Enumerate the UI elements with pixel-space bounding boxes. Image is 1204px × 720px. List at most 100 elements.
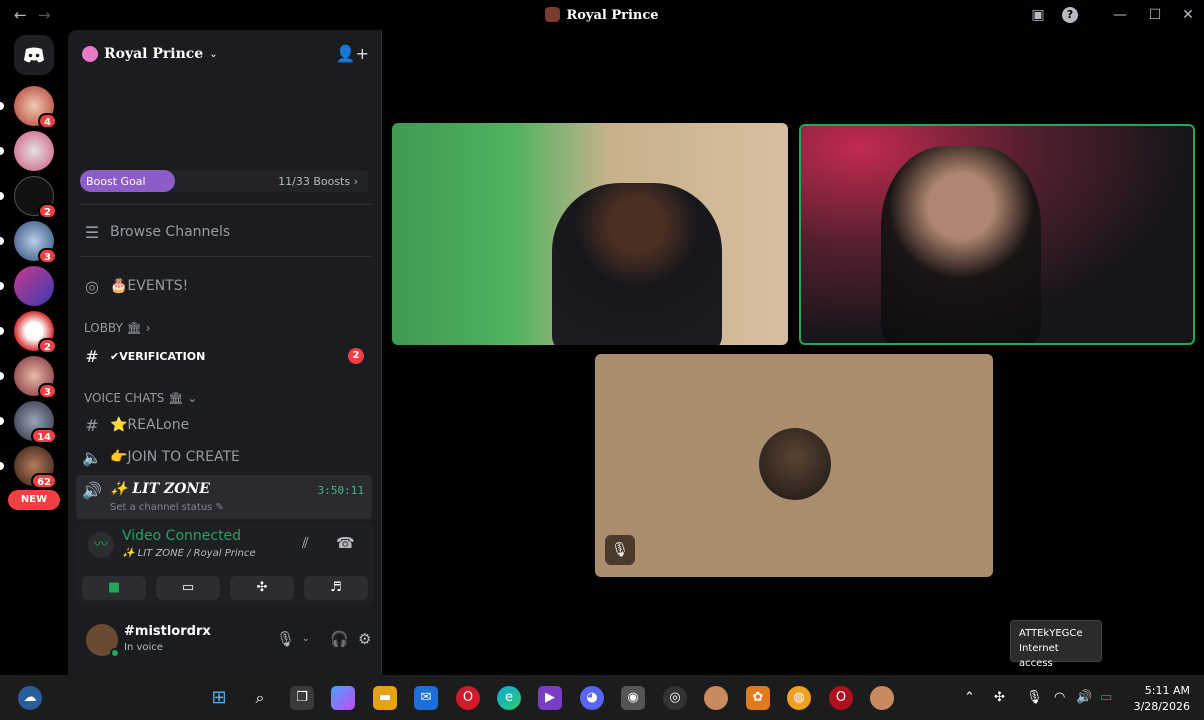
signal-icon[interactable]: 〰 bbox=[88, 532, 114, 558]
task-view-icon[interactable]: ❐ bbox=[290, 686, 314, 710]
call-timer: 3:50:11 bbox=[317, 484, 364, 497]
unread-pill bbox=[0, 462, 4, 470]
app-tray-icon[interactable]: ✣ bbox=[994, 690, 1005, 705]
settings-gear-icon[interactable]: ⚙ bbox=[358, 630, 371, 648]
server-icon-8[interactable]: 14 bbox=[0, 401, 57, 444]
server-rail: 4 2 3 2 3 14 62 NEW bbox=[0, 30, 68, 675]
volume-icon[interactable]: 🔊 bbox=[1076, 690, 1092, 705]
battery-icon[interactable]: ▭ bbox=[1100, 690, 1112, 705]
server-icon-7[interactable]: 3 bbox=[0, 356, 57, 399]
unread-pill bbox=[0, 102, 4, 110]
clipchamp-icon[interactable]: ▶ bbox=[538, 686, 562, 710]
muted-mic-icon: 🎙 bbox=[605, 535, 635, 565]
guild-header[interactable]: Royal Prince ⌄ bbox=[82, 44, 218, 64]
channel-events[interactable]: ◎ 🎂EVENTS! bbox=[76, 271, 372, 301]
server-icon-4[interactable]: 3 bbox=[0, 221, 57, 264]
chevron-down-icon[interactable]: ⌄ bbox=[302, 634, 310, 644]
video-tile-3-avatar[interactable]: 🎙 bbox=[595, 354, 993, 577]
app-icon[interactable] bbox=[870, 686, 894, 710]
system-clock[interactable]: 5:11 AM 3/28/2026 bbox=[1134, 683, 1190, 715]
unread-pill bbox=[0, 192, 4, 200]
camera-button[interactable]: ■ bbox=[82, 576, 146, 600]
chevron-up-icon[interactable]: ⌃ bbox=[964, 690, 975, 705]
title-bar: ← → Royal Prince ▣ ? — ☐ ✕ bbox=[0, 0, 1204, 30]
new-unreads-pill[interactable]: NEW bbox=[8, 490, 60, 510]
file-explorer-icon[interactable]: ▬ bbox=[373, 686, 397, 710]
unread-pill bbox=[0, 147, 4, 155]
channel-sidebar: Royal Prince ⌄ 👤+ Boost Goal 11/33 Boost… bbox=[68, 30, 382, 675]
guild-name: Royal Prince bbox=[104, 46, 204, 62]
mention-badge: 4 bbox=[38, 113, 57, 129]
channel-verification[interactable]: # ✔VERIFICATION 2 bbox=[76, 341, 372, 371]
server-icon-3[interactable]: 2 bbox=[0, 176, 57, 219]
hashtag-icon: # bbox=[85, 346, 99, 366]
browse-channels[interactable]: ☰ Browse Channels bbox=[76, 217, 372, 247]
mention-badge: 2 bbox=[348, 348, 364, 364]
maximize-button[interactable]: ☐ bbox=[1145, 5, 1165, 25]
voice-connection-panel: 〰 Video Connected ✨ LIT ZONE / Royal Pri… bbox=[76, 522, 374, 606]
opera-gx-icon[interactable]: O bbox=[829, 686, 853, 710]
server-icon-5[interactable] bbox=[0, 266, 54, 306]
speaker-icon: 🔊 bbox=[82, 481, 102, 500]
minimize-button[interactable]: — bbox=[1110, 5, 1130, 25]
mention-badge: 3 bbox=[38, 383, 57, 399]
server-icon-2[interactable] bbox=[0, 131, 54, 171]
close-button[interactable]: ✕ bbox=[1178, 5, 1198, 25]
set-channel-status[interactable]: Set a channel status ✎ bbox=[110, 502, 224, 513]
video-tile-2-speaking[interactable] bbox=[799, 124, 1195, 345]
microphone-icon[interactable]: 🎙 bbox=[276, 630, 295, 648]
chevron-down-icon: ⌄ bbox=[209, 48, 218, 60]
discord-home-button[interactable] bbox=[14, 35, 54, 75]
discord-taskbar-icon[interactable]: ◕ bbox=[580, 686, 604, 710]
realone-label: ⭐REALone bbox=[110, 417, 190, 433]
speaker-icon: 🔈 bbox=[82, 447, 102, 467]
soundboard-button[interactable]: ♬ bbox=[304, 576, 368, 600]
user-panel: #mistlordrx In voice 🎙 ⌄ 🎧 ⚙ bbox=[76, 614, 374, 666]
voice-location[interactable]: ✨ LIT ZONE / Royal Prince bbox=[122, 548, 256, 559]
invite-member-icon[interactable]: 👤+ bbox=[336, 44, 369, 63]
lit-zone-label: ✨ LIT ZONE bbox=[110, 481, 210, 497]
chrome-icon[interactable]: ◍ bbox=[787, 686, 811, 710]
activities-button[interactable]: ✣ bbox=[230, 576, 294, 600]
clock-time: 5:11 AM bbox=[1144, 684, 1190, 697]
divider bbox=[80, 204, 372, 205]
app-icon[interactable] bbox=[704, 686, 728, 710]
noise-suppression-icon[interactable]: ⫽ bbox=[302, 534, 309, 552]
server-icon-9[interactable]: 62 bbox=[0, 446, 57, 489]
search-icon[interactable]: ⌕ bbox=[248, 686, 272, 710]
microphone-icon[interactable]: 🎙 bbox=[1026, 690, 1043, 705]
video-tile-1[interactable] bbox=[392, 123, 788, 345]
camera-app-icon[interactable]: ◉ bbox=[621, 686, 645, 710]
divider bbox=[80, 256, 372, 257]
channel-realone[interactable]: # ⭐REALone bbox=[76, 410, 372, 440]
participant-video bbox=[881, 146, 1041, 343]
join-to-create-label: 👉JOIN TO CREATE bbox=[110, 449, 240, 465]
category-lobby[interactable]: LOBBY 🏛 › bbox=[84, 321, 151, 335]
guild-icon bbox=[82, 46, 98, 62]
participant-video bbox=[552, 183, 722, 345]
fl-studio-icon[interactable]: ✿ bbox=[746, 686, 770, 710]
start-icon[interactable]: ⊞ bbox=[207, 686, 231, 710]
channel-lit-zone[interactable]: 🔊 ✨ LIT ZONE 3:50:11 Set a channel statu… bbox=[76, 475, 372, 519]
network-status: Internet access bbox=[1019, 643, 1059, 669]
mail-icon[interactable]: ✉ bbox=[414, 686, 438, 710]
inbox-icon[interactable]: ▣ bbox=[1028, 5, 1048, 25]
server-icon-1[interactable]: 4 bbox=[0, 86, 57, 129]
channel-join-to-create[interactable]: 🔈 👉JOIN TO CREATE bbox=[76, 442, 372, 472]
wifi-icon[interactable]: ◠ bbox=[1054, 690, 1065, 705]
obs-icon[interactable]: ◎ bbox=[663, 686, 687, 710]
copilot-icon[interactable] bbox=[331, 686, 355, 710]
headphones-icon[interactable]: 🎧 bbox=[330, 630, 349, 648]
server-icon-6[interactable]: 2 bbox=[0, 311, 57, 354]
help-icon[interactable]: ? bbox=[1062, 7, 1078, 23]
list-icon: ☰ bbox=[84, 222, 100, 242]
unread-pill bbox=[0, 327, 4, 335]
category-voice-chats[interactable]: VOICE CHATS 🏛 ⌄ bbox=[84, 391, 197, 405]
weather-icon[interactable]: ☁ bbox=[18, 686, 42, 710]
username[interactable]: #mistlordrx bbox=[124, 624, 211, 639]
disconnect-icon[interactable]: ☎ bbox=[336, 534, 355, 552]
edge-icon[interactable]: e bbox=[497, 686, 521, 710]
opera-icon[interactable]: O bbox=[456, 686, 480, 710]
screen-share-button[interactable]: ▭ bbox=[156, 576, 220, 600]
boost-goal-bar[interactable]: Boost Goal 11/33 Boosts › bbox=[80, 170, 368, 192]
